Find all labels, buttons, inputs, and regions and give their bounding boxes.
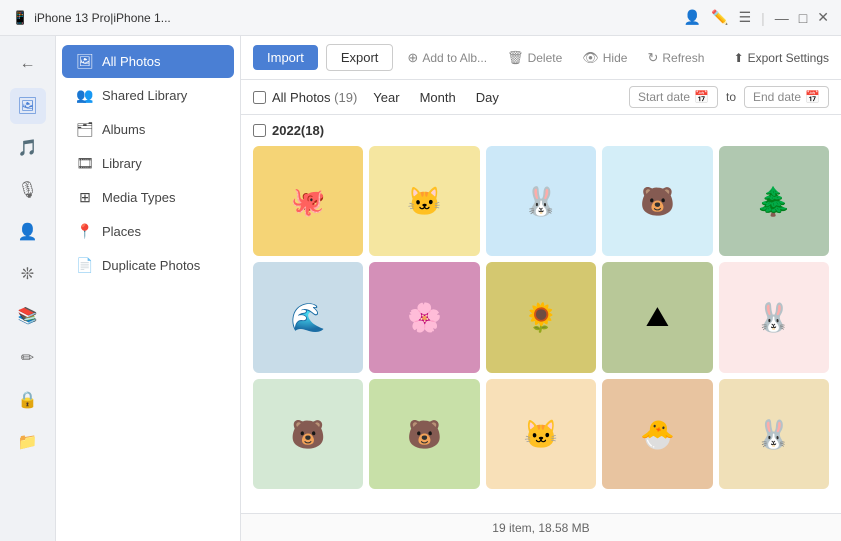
iconbar-back[interactable]: ← xyxy=(10,46,46,82)
menu-icon[interactable]: ☰ xyxy=(739,9,752,26)
minimize-icon[interactable]: — xyxy=(775,10,789,26)
iconbar-phone[interactable]: 🔒 xyxy=(10,382,46,418)
calendar-icon: 📅 xyxy=(694,90,709,104)
photo-cell[interactable]: 🐙 xyxy=(253,146,363,256)
all-photos-filter-label: All Photos (19) xyxy=(272,90,357,105)
year-label-group: 2022(18) xyxy=(253,123,829,138)
sidebar-item-label: Media Types xyxy=(102,190,175,205)
year-label: 2022(18) xyxy=(272,123,324,138)
sidebar-item-media-types[interactable]: ⊞ Media Types xyxy=(62,181,234,214)
titlebar-left: 📱 iPhone 13 Pro|iPhone 1... xyxy=(12,10,171,26)
sidebar: 🖼 All Photos 👥 Shared Library 🗂 Albums 🎞… xyxy=(56,36,241,541)
start-date-input[interactable]: Start date 📅 xyxy=(629,86,718,108)
albums-icon: 🗂 xyxy=(76,121,94,138)
month-tab[interactable]: Month xyxy=(416,88,460,107)
account-icon[interactable]: 👤 xyxy=(684,9,701,26)
end-date-input[interactable]: End date 📅 xyxy=(744,86,829,108)
sidebar-item-label: Albums xyxy=(102,122,145,137)
divider: | xyxy=(761,10,765,26)
maximize-icon[interactable]: □ xyxy=(799,10,807,26)
photo-cell[interactable]: ⛰ xyxy=(602,262,712,372)
refresh-icon: ↻ xyxy=(647,50,658,66)
photo-grid: 🐙🐱🐰🐻🌲🌊🌸🌻⛰🐰🐻🐻🐱🐣🐰 xyxy=(253,146,829,489)
sidebar-item-shared-library[interactable]: 👥 Shared Library xyxy=(62,79,234,112)
sidebar-item-label: Duplicate Photos xyxy=(102,258,200,273)
all-photos-checkbox-group: All Photos (19) xyxy=(253,90,357,105)
photo-cell[interactable]: 🐰 xyxy=(719,379,829,489)
add-to-album-action[interactable]: ⊕ Add to Alb... xyxy=(401,46,493,70)
sidebar-item-albums[interactable]: 🗂 Albums xyxy=(62,113,234,146)
photo-cell[interactable]: 🐱 xyxy=(486,379,596,489)
device-icon: 📱 xyxy=(12,10,28,26)
photo-grid-container: 2022(18) 🐙🐱🐰🐻🌲🌊🌸🌻⛰🐰🐻🐻🐱🐣🐰 xyxy=(241,115,841,513)
year-tab[interactable]: Year xyxy=(369,88,403,107)
duplicate-photos-icon: 📄 xyxy=(76,257,94,274)
media-types-icon: ⊞ xyxy=(76,189,94,206)
iconbar-contacts[interactable]: 👤 xyxy=(10,214,46,250)
titlebar-controls: 👤 ✏️ ☰ | — □ ✕ xyxy=(684,9,829,26)
sidebar-item-label: Shared Library xyxy=(102,88,187,103)
day-tab[interactable]: Day xyxy=(472,88,503,107)
sidebar-item-label: All Photos xyxy=(102,54,161,69)
iconbar-edit[interactable]: ✏ xyxy=(10,340,46,376)
main-layout: ← 🖼 🎵 🎙 👤 ❊ 📚 ✏ 🔒 📁 🖼 All Photos 👥 Share… xyxy=(0,36,841,541)
import-button[interactable]: Import xyxy=(253,45,318,70)
delete-action[interactable]: 🗑 Delete xyxy=(501,46,568,70)
photo-cell[interactable]: 🐻 xyxy=(602,146,712,256)
all-photos-checkbox[interactable] xyxy=(253,91,266,104)
hide-icon: 👁 xyxy=(582,50,599,66)
photo-cell[interactable]: 🌊 xyxy=(253,262,363,372)
iconbar-podcasts[interactable]: 🎙 xyxy=(10,172,46,208)
calendar-end-icon: 📅 xyxy=(805,90,820,104)
shared-library-icon: 👥 xyxy=(76,87,94,104)
date-range-group: Start date 📅 to End date 📅 xyxy=(629,86,829,108)
hide-action[interactable]: 👁 Hide xyxy=(576,46,633,70)
photo-cell[interactable]: 🐰 xyxy=(719,262,829,372)
export-button[interactable]: Export xyxy=(326,44,394,71)
sidebar-item-duplicate-photos[interactable]: 📄 Duplicate Photos xyxy=(62,249,234,282)
iconbar-music[interactable]: 🎵 xyxy=(10,130,46,166)
status-bar: 19 item, 18.58 MB xyxy=(241,513,841,541)
photo-cell[interactable]: 🐻 xyxy=(369,379,479,489)
close-icon[interactable]: ✕ xyxy=(817,9,829,26)
status-label: 19 item, 18.58 MB xyxy=(492,521,589,535)
photo-cell[interactable]: 🌻 xyxy=(486,262,596,372)
toolbar: Import Export ⊕ Add to Alb... 🗑 Delete 👁… xyxy=(241,36,841,80)
delete-icon: 🗑 xyxy=(507,50,524,66)
photo-cell[interactable]: 🐻 xyxy=(253,379,363,489)
sidebar-item-places[interactable]: 📍 Places xyxy=(62,215,234,248)
icon-bar: ← 🖼 🎵 🎙 👤 ❊ 📚 ✏ 🔒 📁 xyxy=(0,36,56,541)
photo-cell[interactable]: 🌸 xyxy=(369,262,479,372)
add-icon: ⊕ xyxy=(407,50,418,66)
places-icon: 📍 xyxy=(76,223,94,240)
year-checkbox[interactable] xyxy=(253,124,266,137)
photo-cell[interactable]: 🐣 xyxy=(602,379,712,489)
photo-cell[interactable]: 🐱 xyxy=(369,146,479,256)
titlebar: 📱 iPhone 13 Pro|iPhone 1... 👤 ✏️ ☰ | — □… xyxy=(0,0,841,36)
library-icon: 🎞 xyxy=(76,155,94,172)
sidebar-item-library[interactable]: 🎞 Library xyxy=(62,147,234,180)
photo-cell[interactable]: 🌲 xyxy=(719,146,829,256)
iconbar-photos[interactable]: 🖼 xyxy=(10,88,46,124)
sidebar-item-all-photos[interactable]: 🖼 All Photos xyxy=(62,45,234,78)
refresh-action[interactable]: ↻ Refresh xyxy=(641,46,710,70)
all-photos-icon: 🖼 xyxy=(76,53,94,70)
iconbar-folder[interactable]: 📁 xyxy=(10,424,46,460)
sidebar-item-label: Library xyxy=(102,156,142,171)
export-settings-icon: ⬆ xyxy=(734,51,744,65)
export-settings-button[interactable]: ⬆ Export Settings xyxy=(734,51,829,65)
titlebar-title: iPhone 13 Pro|iPhone 1... xyxy=(34,11,171,25)
content-area: Import Export ⊕ Add to Alb... 🗑 Delete 👁… xyxy=(241,36,841,541)
edit-icon[interactable]: ✏️ xyxy=(711,9,728,26)
iconbar-apps[interactable]: ❊ xyxy=(10,256,46,292)
sidebar-item-label: Places xyxy=(102,224,141,239)
iconbar-books[interactable]: 📚 xyxy=(10,298,46,334)
photo-cell[interactable]: 🐰 xyxy=(486,146,596,256)
date-to-label: to xyxy=(726,90,736,104)
filter-bar: All Photos (19) Year Month Day Start dat… xyxy=(241,80,841,115)
